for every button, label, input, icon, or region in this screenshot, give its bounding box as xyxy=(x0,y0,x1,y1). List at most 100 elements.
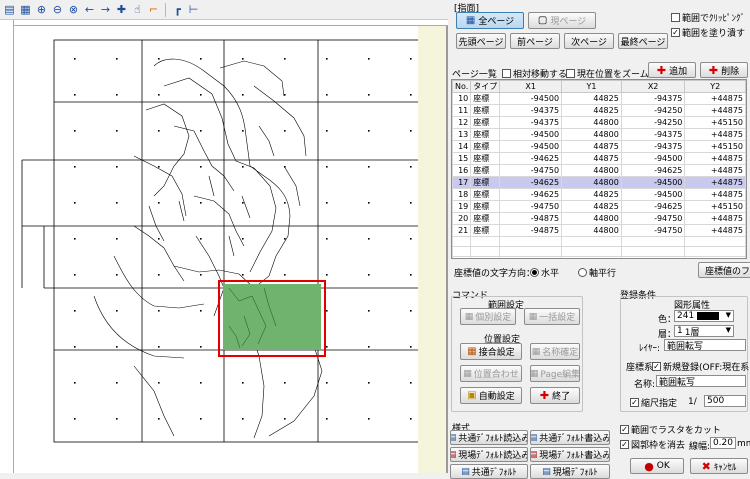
raster-cut-checkbox[interactable]: ✓ 範囲でラスタをカット xyxy=(620,423,721,436)
grid-mark xyxy=(326,238,328,240)
ruler-icon[interactable]: ┏ xyxy=(170,2,185,17)
current-page-button[interactable]: ▢ 現ページ xyxy=(528,12,596,29)
table-row[interactable]: 16 座標 -94750 44800 -94625 +44875 xyxy=(452,164,746,177)
common-defaults-button[interactable]: ▤ 共通ﾃﾞﾌｫﾙﾄ xyxy=(450,464,528,479)
table-row[interactable]: 20 座標 -94875 44800 -94750 +44875 xyxy=(452,212,746,225)
outline-clear-checkbox[interactable]: ✓ 図郭枠を消去 xyxy=(620,438,685,451)
corner-icon[interactable]: ⌐ xyxy=(146,2,161,17)
axis-parallel-radio-dot[interactable] xyxy=(578,268,587,277)
column-header[interactable]: No. xyxy=(452,80,472,93)
table-row[interactable]: 11 座標 -94375 44825 -94250 +44875 xyxy=(452,104,746,117)
page-table[interactable]: No. タイプ X1 Y1 X2 Y2 10 座標 -94500 44825 -9437… xyxy=(452,80,746,258)
table-row[interactable]: 14 座標 -94500 44875 -94375 +45150 xyxy=(452,140,746,153)
table-row[interactable]: 21 座標 -94875 44800 -94750 +44875 xyxy=(452,224,746,237)
name-field[interactable]: 範囲転写 xyxy=(656,375,746,387)
map-drawing[interactable] xyxy=(14,26,445,473)
table-cell-x1: -94500 xyxy=(499,92,563,105)
table-cell-no: 17 xyxy=(452,176,472,189)
page-list-table[interactable]: No. タイプ X1 Y1 X2 Y2 10 座標 -94500 44825 -9437… xyxy=(451,79,747,259)
table-cell-y2: +44875 xyxy=(684,224,746,237)
individual-setting-button[interactable]: ▦ 個別設定 xyxy=(460,308,516,325)
range-clip-box[interactable] xyxy=(671,13,680,22)
raster-cut-box[interactable]: ✓ xyxy=(620,425,629,434)
name-confirm-button[interactable]: ▦ 名称確定 xyxy=(530,343,580,360)
range-fill-checkbox[interactable]: ✓ 範囲を塗り潰す xyxy=(671,26,745,39)
all-pages-button[interactable]: ▦ 全ページ xyxy=(456,12,524,29)
layer-select[interactable]: 1 1層 ▼ xyxy=(674,325,734,337)
scale-checkbox[interactable]: ✓ 縮尺指定 xyxy=(630,396,677,409)
ok-button[interactable]: ● OK xyxy=(630,458,684,474)
column-header[interactable]: Y2 xyxy=(684,80,746,93)
grid-mark xyxy=(200,238,202,240)
next-page-button[interactable]: 次ページ xyxy=(564,33,614,49)
horizontal-radio[interactable]: 水平 xyxy=(530,266,559,279)
table-row[interactable]: 12 座標 -94375 44800 -94250 +45150 xyxy=(452,116,746,129)
grid-mark xyxy=(242,418,244,420)
table-row[interactable]: 17 座標 -94625 44800 -94500 +44875 xyxy=(452,176,746,189)
zoom-in-icon[interactable]: ⊕ xyxy=(34,2,49,17)
common-defaults-save-button[interactable]: ▤共通ﾃﾞﾌｫﾙﾄ書込み xyxy=(530,430,610,445)
column-header[interactable]: Y1 xyxy=(561,80,622,93)
grid-mark xyxy=(74,94,76,96)
align-button[interactable]: ▦ 位置合わせ xyxy=(460,365,522,382)
last-page-button[interactable]: 最終ページ xyxy=(618,33,668,49)
table-row[interactable]: 15 座標 -94625 44875 -94500 +44875 xyxy=(452,152,746,165)
parcel-lines xyxy=(93,58,323,439)
measure-icon[interactable]: ⊢ xyxy=(186,2,201,17)
line-width-field[interactable]: 0.20 xyxy=(710,437,736,449)
batch-setting-button[interactable]: ▦ 一括設定 xyxy=(524,308,580,325)
zoom-current-box[interactable] xyxy=(566,69,575,78)
auto-setting-button[interactable]: ▣ 自動設定 xyxy=(460,387,522,404)
first-page-button[interactable]: 先頭ページ xyxy=(456,33,506,49)
delete-page-button[interactable]: ✚ 削除 xyxy=(700,62,748,78)
cancel-button[interactable]: ✖ ｷｬﾝｾﾙ xyxy=(690,458,748,474)
coord-font-button[interactable]: 座標値のフ xyxy=(698,262,750,278)
site-defaults-save-button[interactable]: ▤現場ﾃﾞﾌｫﾙﾄ書込み xyxy=(530,447,610,462)
scale-box[interactable]: ✓ xyxy=(630,398,639,407)
table-row[interactable]: 18 座標 -94625 44825 -94500 +44875 xyxy=(452,188,746,201)
empty-row xyxy=(452,236,746,247)
relative-move-box[interactable] xyxy=(502,69,511,78)
grid-mark xyxy=(200,94,202,96)
scale-field[interactable]: 500 xyxy=(704,395,746,407)
common-defaults-load-button[interactable]: ▤共通ﾃﾞﾌｫﾙﾄ読込み xyxy=(450,430,528,445)
arrow-left-icon[interactable]: ← xyxy=(82,2,97,17)
grid-mark xyxy=(368,94,370,96)
end-button[interactable]: ✚ 終了 xyxy=(530,387,580,404)
zoom-fit-icon[interactable]: ⊗ xyxy=(66,2,81,17)
table-cell-x2: -94750 xyxy=(620,212,686,225)
open-icon[interactable]: ▤ xyxy=(2,2,17,17)
coord-system-label: 座標系 xyxy=(626,363,654,373)
table-row[interactable]: 10 座標 -94500 44825 -94375 +44875 xyxy=(452,92,746,105)
column-header[interactable]: X1 xyxy=(499,80,563,93)
arrow-right-icon[interactable]: → xyxy=(98,2,113,17)
new-register-box[interactable]: ✓ xyxy=(652,362,661,371)
page-edit-button[interactable]: ▦ Page編集 xyxy=(530,365,580,382)
axis-parallel-radio[interactable]: 軸平行 xyxy=(578,266,616,279)
hand-pan-icon[interactable]: ☝ xyxy=(130,2,145,17)
table-cell-x2: -94500 xyxy=(620,176,686,189)
map-canvas[interactable] xyxy=(14,26,445,473)
plus-icon[interactable]: ✚ xyxy=(114,2,129,17)
site-defaults-load-button[interactable]: ▤現場ﾃﾞﾌｫﾙﾄ読込み xyxy=(450,447,528,462)
color-select[interactable]: 241 ▼ xyxy=(674,310,734,322)
prev-page-button[interactable]: 前ページ xyxy=(510,33,560,49)
layer-name-field[interactable]: 範囲転写 xyxy=(664,339,746,351)
new-register-checkbox[interactable]: ✓ 新規登録(OFF:現在系) xyxy=(652,360,750,373)
table-row[interactable]: 19 座標 -94750 44825 -94625 +45150 xyxy=(452,200,746,213)
layers-icon[interactable]: ▦ xyxy=(18,2,33,17)
add-page-button[interactable]: ✚ 追加 xyxy=(648,62,696,78)
range-clip-checkbox[interactable]: 範囲でｸﾘｯﾋﾟﾝｸﾞ xyxy=(671,11,745,24)
grid-mark xyxy=(200,382,202,384)
page-edit-icon: ▦ xyxy=(530,368,539,379)
grid-mark xyxy=(284,274,286,276)
column-header[interactable]: X2 xyxy=(620,80,686,93)
horizontal-radio-dot[interactable] xyxy=(530,268,539,277)
zoom-out-icon[interactable]: ⊖ xyxy=(50,2,65,17)
column-header[interactable]: タイプ xyxy=(470,80,501,93)
range-fill-box[interactable]: ✓ xyxy=(671,28,680,37)
site-defaults-button[interactable]: ▤ 現場ﾃﾞﾌｫﾙﾄ xyxy=(530,464,610,479)
grid-setting-button[interactable]: ▦ 接合設定 xyxy=(460,343,522,360)
outline-clear-box[interactable]: ✓ xyxy=(620,440,629,449)
table-row[interactable]: 13 座標 -94500 44800 -94375 +44875 xyxy=(452,128,746,141)
